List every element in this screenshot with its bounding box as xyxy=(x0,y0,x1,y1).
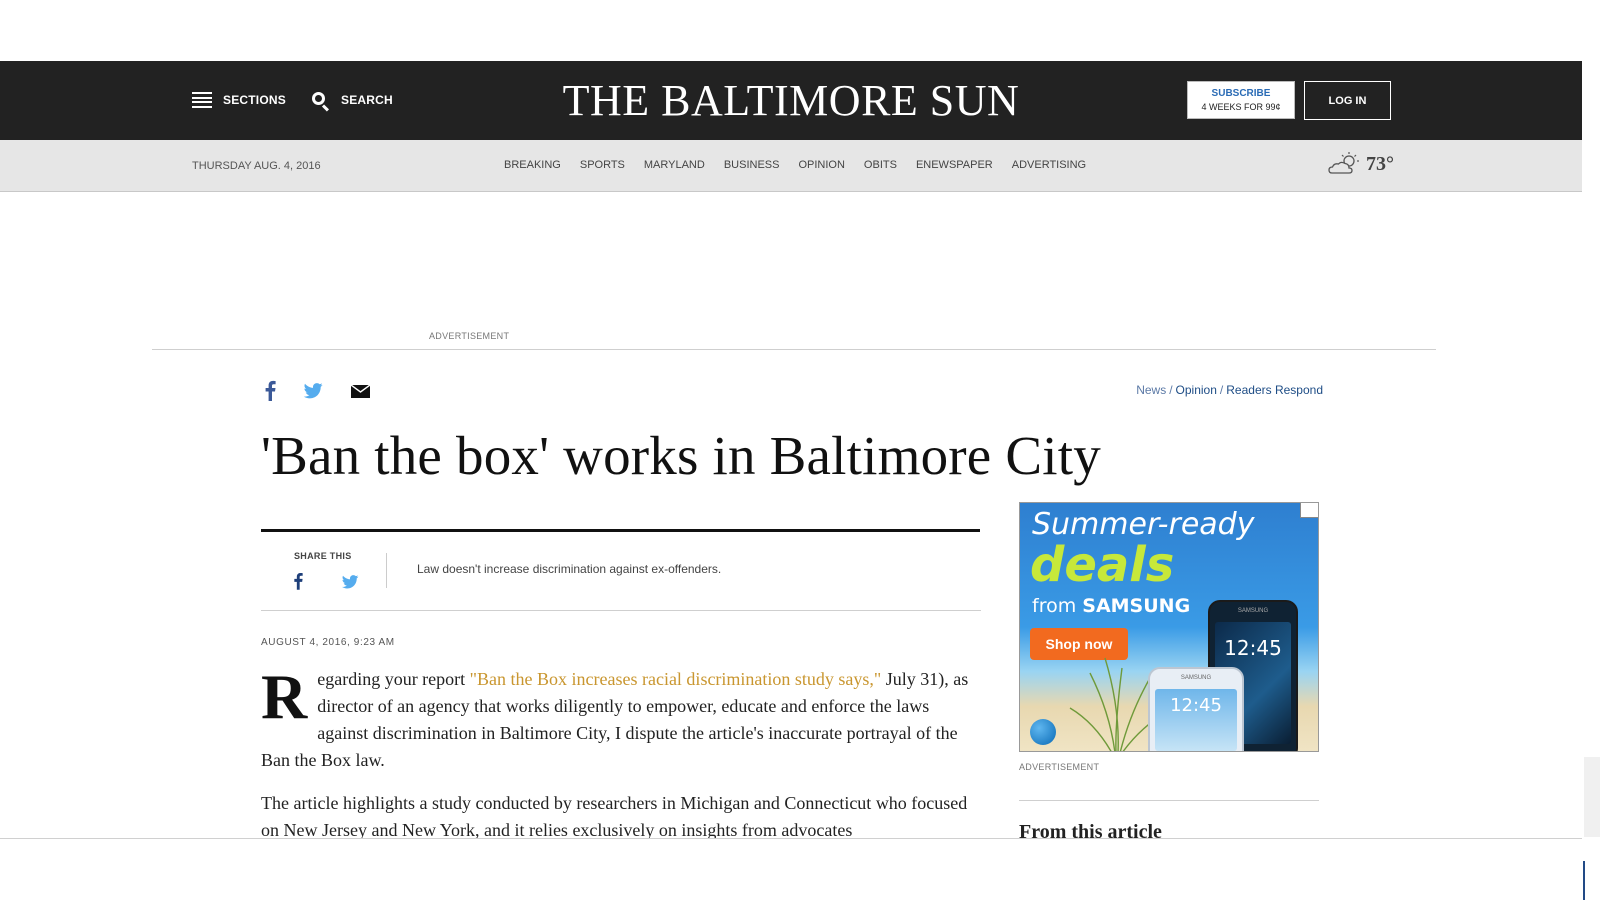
bottom-overlay-bar xyxy=(0,838,1582,900)
paragraph-text: egarding your report xyxy=(317,669,470,689)
side-ad-label: ADVERTISEMENT xyxy=(1019,762,1100,772)
sidebar-rule xyxy=(1019,800,1319,801)
att-logo-icon xyxy=(1030,719,1056,745)
article-timestamp: AUGUST 4, 2016, 9:23 AM xyxy=(261,637,395,648)
search-label: SEARCH xyxy=(341,93,393,107)
email-icon[interactable] xyxy=(351,385,370,398)
phone-brand: SAMSUNG xyxy=(1180,675,1212,681)
article-title: 'Ban the box' works in Baltimore City xyxy=(261,425,1101,486)
share-facebook-icon[interactable] xyxy=(293,572,303,590)
sections-button[interactable]: SECTIONS xyxy=(192,90,286,110)
breadcrumb-readers-respond[interactable]: Readers Respond xyxy=(1226,383,1323,397)
share-twitter-icon[interactable] xyxy=(341,575,359,589)
nav-sports[interactable]: SPORTS xyxy=(580,159,625,171)
article-dek: Law doesn't increase discrimination agai… xyxy=(417,562,722,576)
breadcrumb-separator: / xyxy=(1219,383,1224,397)
subscribe-label: SUBSCRIBE xyxy=(1211,88,1271,99)
ad-divider xyxy=(152,349,1436,350)
nav-breaking[interactable]: BREAKING xyxy=(504,159,561,171)
breadcrumb: News / Opinion / Readers Respond xyxy=(1136,383,1323,397)
breadcrumb-news[interactable]: News xyxy=(1136,383,1166,397)
share-divider xyxy=(386,553,387,588)
login-button[interactable]: LOG IN xyxy=(1304,81,1391,120)
weather-widget[interactable]: 73° xyxy=(1328,152,1394,176)
ad-deals-text: deals xyxy=(1030,537,1175,593)
top-ad-label: ADVERTISEMENT xyxy=(429,331,510,341)
nav-opinion[interactable]: OPINION xyxy=(798,159,844,171)
hamburger-icon xyxy=(192,92,212,108)
phone-clock: 12:45 xyxy=(1224,636,1282,660)
scrollbar-thumb[interactable] xyxy=(1584,757,1600,837)
share-bottom-rule xyxy=(261,610,981,611)
phone-brand: SAMSUNG xyxy=(1237,608,1269,614)
headline-rule xyxy=(261,529,980,532)
twitter-icon[interactable] xyxy=(303,383,323,399)
adchoices-icon[interactable] xyxy=(1300,503,1318,518)
related-article-link[interactable]: "Ban the Box increases racial discrimina… xyxy=(470,669,882,689)
article-paragraph-2: The article highlights a study conducted… xyxy=(261,793,968,840)
subscribe-offer: 4 WEEKS FOR 99¢ xyxy=(1201,102,1281,112)
section-nav: BREAKING SPORTS MARYLAND BUSINESS OPINIO… xyxy=(504,159,1086,171)
phone-clock: 12:45 xyxy=(1170,695,1222,716)
breadcrumb-opinion[interactable]: Opinion xyxy=(1176,383,1217,397)
page-edge-marker xyxy=(1583,861,1585,900)
temperature: 73° xyxy=(1366,152,1394,175)
nav-advertising[interactable]: ADVERTISING xyxy=(1012,159,1086,171)
ad-brand: SAMSUNG xyxy=(1082,595,1191,617)
partly-cloudy-icon xyxy=(1328,152,1359,174)
drop-cap: R xyxy=(261,661,308,732)
breadcrumb-separator: / xyxy=(1169,383,1173,397)
subscribe-button[interactable]: SUBSCRIBE 4 WEEKS FOR 99¢ xyxy=(1187,81,1295,119)
ad-brand-line: from SAMSUNG xyxy=(1032,595,1190,617)
sections-label: SECTIONS xyxy=(223,93,286,107)
nav-business[interactable]: BUSINESS xyxy=(724,159,780,171)
nav-maryland[interactable]: MARYLAND xyxy=(644,159,705,171)
facebook-icon[interactable] xyxy=(264,380,276,401)
search-icon xyxy=(311,91,330,112)
share-label: SHARE THIS xyxy=(294,551,352,561)
samsung-ad[interactable]: Summer-ready deals from SAMSUNG Shop now… xyxy=(1019,502,1319,752)
nav-enewspaper[interactable]: ENEWSPAPER xyxy=(916,159,993,171)
current-date: THURSDAY AUG. 4, 2016 xyxy=(192,160,321,172)
article-paragraph-1: Regarding your report "Ban the Box incre… xyxy=(261,661,981,774)
search-button[interactable]: SEARCH xyxy=(311,90,393,112)
nav-obits[interactable]: OBITS xyxy=(864,159,897,171)
phone-image-front: SAMSUNG 12:45 xyxy=(1148,667,1244,751)
site-logo[interactable]: THE BALTIMORE SUN xyxy=(500,75,1082,126)
ad-from: from xyxy=(1032,595,1083,617)
